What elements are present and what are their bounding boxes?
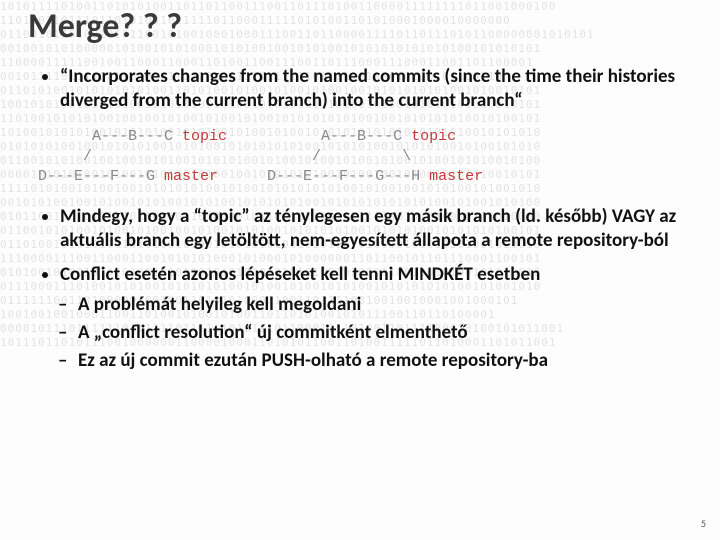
bullet-quote: “Incorporates changes from the named com… [60, 65, 692, 113]
sub-bullet-commit: A „conflict resolution“ új commitként el… [78, 321, 692, 345]
page-number: 5 [701, 517, 706, 530]
sub-bullet-push: Ez az új commit ezután PUSH-olható a rem… [78, 349, 692, 373]
merge-diagram-row: A---B---C topic / D---E---F---G master A… [38, 127, 692, 188]
slide-content: Merge? ? ? “Incorporates changes from th… [0, 0, 720, 373]
bullet-topic-note: Mindegy, hogy a “topic” az ténylegesen e… [60, 205, 692, 253]
sub-bullet-list: A problémát helyileg kell megoldani A „c… [60, 293, 692, 374]
slide-title: Merge? ? ? [28, 6, 692, 47]
sub-bullet-local: A problémát helyileg kell megoldani [78, 293, 692, 317]
bullet-conflict: Conflict esetén azonos lépéseket kell te… [60, 263, 692, 374]
merge-diagram-after: A---B---C topic / \ D---E---F---G---H ma… [267, 127, 483, 188]
merge-diagram-before: A---B---C topic / D---E---F---G master [38, 127, 227, 188]
bullet-list: “Incorporates changes from the named com… [28, 65, 692, 113]
bullet-list-2: Mindegy, hogy a “topic” az ténylegesen e… [28, 205, 692, 373]
